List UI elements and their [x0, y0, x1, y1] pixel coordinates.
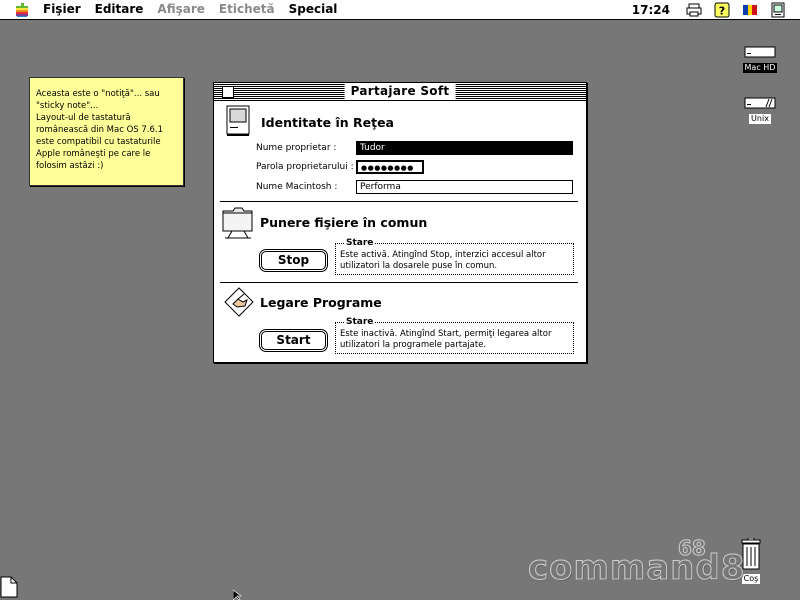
- window-title-bar[interactable]: Partajare Soft: [214, 83, 586, 101]
- sticky-note-text[interactable]: Aceasta este o "notiţă"... sau "sticky n…: [30, 78, 183, 172]
- application-menu-icon[interactable]: [770, 2, 786, 18]
- menu-label[interactable]: Etichetă: [212, 0, 282, 19]
- shared-folder-icon: [222, 207, 253, 239]
- owner-password-label: Parola proprietarului :: [256, 162, 354, 172]
- macintosh-name-field[interactable]: Performa: [356, 180, 573, 194]
- hard-disk-icon: [744, 46, 776, 58]
- program-linking-icon: [224, 287, 254, 317]
- mouse-pointer-icon: [233, 590, 242, 600]
- macintosh-computer-icon: [226, 105, 250, 136]
- menu-bar-extras: 17:24 ?: [622, 0, 800, 19]
- program-linking-status-text: Este inactivă. Atingînd Start, permiţi l…: [340, 329, 552, 350]
- file-sharing-status-title: Stare: [344, 237, 376, 249]
- help-icon[interactable]: ?: [714, 2, 730, 18]
- menu-view[interactable]: Afişare: [150, 0, 211, 19]
- desktop-icon-unix[interactable]: Unix: [738, 96, 782, 124]
- sticky-note[interactable]: Aceasta este o "notiţă"... sau "sticky n…: [29, 77, 184, 186]
- watermark-logo: command8: [528, 548, 746, 589]
- menu-bar: Fişier Editare Afişare Etichetă Special …: [0, 0, 800, 20]
- window-title: Partajare Soft: [344, 83, 456, 100]
- owner-password-field[interactable]: ●●●●●●●●: [356, 160, 424, 174]
- close-box-button[interactable]: [222, 86, 234, 98]
- volume-icon: [744, 97, 776, 109]
- printer-icon[interactable]: [686, 2, 702, 18]
- program-linking-status-title: Stare: [344, 316, 376, 328]
- file-sharing-heading: Punere fişiere în comun: [260, 215, 428, 230]
- identity-heading: Identitate în Reţea: [261, 115, 394, 130]
- keyboard-layout-flag-icon[interactable]: [742, 2, 758, 18]
- file-sharing-status-text: Este activă. Atingînd Stop, interzici ac…: [340, 250, 546, 271]
- owner-name-field[interactable]: Tudor: [356, 141, 573, 155]
- document-page-icon[interactable]: [0, 576, 18, 598]
- svg-text:?: ?: [719, 4, 725, 17]
- program-linking-start-button[interactable]: Start: [261, 331, 326, 350]
- desktop-icon-label: Mac HD: [742, 63, 778, 73]
- desktop-icon-label: Unix: [749, 114, 771, 124]
- desktop-icon-mac-hd[interactable]: Mac HD: [738, 45, 782, 73]
- program-linking-status-box: Stare Este inactivă. Atingînd Start, per…: [335, 316, 574, 354]
- owner-name-label: Nume proprietar :: [256, 143, 337, 153]
- menu-edit[interactable]: Editare: [88, 0, 151, 19]
- clock[interactable]: 17:24: [622, 3, 680, 17]
- menu-special[interactable]: Special: [282, 0, 345, 19]
- program-linking-heading: Legare Programe: [260, 295, 382, 310]
- file-sharing-window: Partajare Soft Identitate în Reţea Nume …: [213, 82, 587, 363]
- menu-file[interactable]: Fişier: [36, 0, 88, 19]
- watermark-logo-small: 68: [678, 536, 707, 561]
- section-divider: [220, 201, 578, 202]
- apple-menu-icon[interactable]: [14, 2, 30, 18]
- section-divider: [220, 282, 578, 283]
- macintosh-name-label: Nume Macintosh :: [256, 182, 338, 192]
- file-sharing-status-box: Stare Este activă. Atingînd Stop, interz…: [335, 237, 574, 275]
- file-sharing-stop-button[interactable]: Stop: [261, 251, 326, 270]
